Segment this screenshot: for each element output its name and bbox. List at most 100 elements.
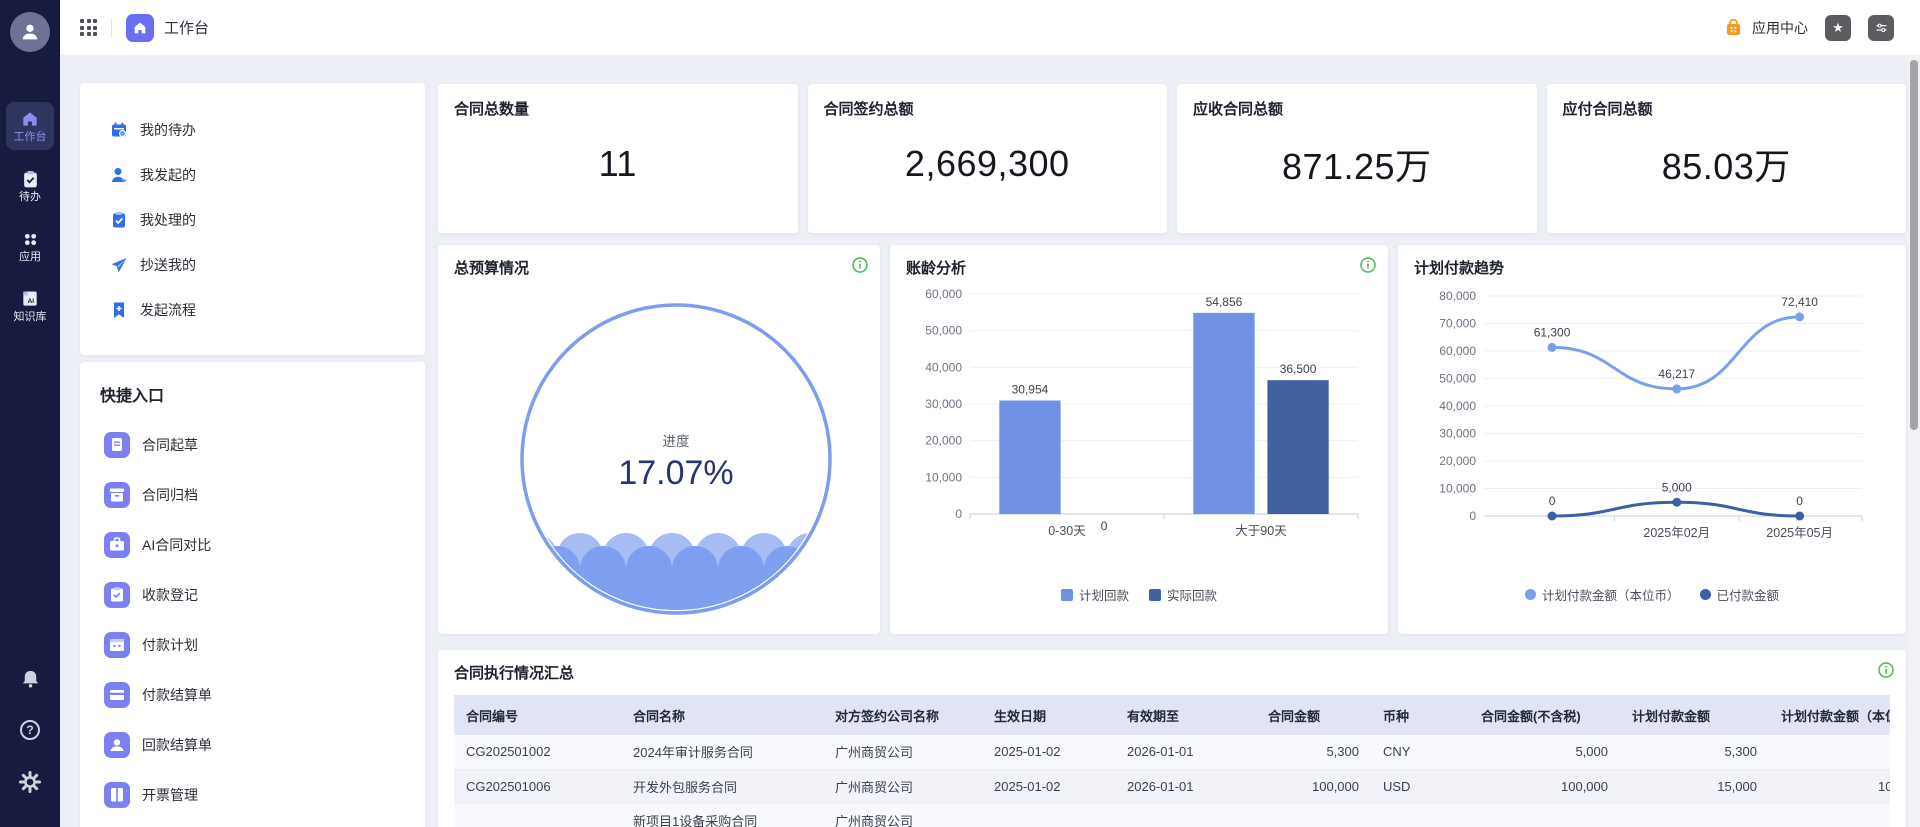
quick-item-invoice-manage[interactable]: 开票管理 xyxy=(100,770,425,820)
quick-item-label: 付款计划 xyxy=(142,635,198,655)
help-icon[interactable]: ? xyxy=(0,718,60,742)
stat-value: 11 xyxy=(454,119,782,219)
svg-text:60,000: 60,000 xyxy=(925,287,962,301)
svg-text:?: ? xyxy=(26,723,33,737)
menu-item-start-flow[interactable]: 发起流程 xyxy=(80,287,425,332)
svg-text:0: 0 xyxy=(1549,494,1556,508)
info-icon[interactable] xyxy=(1360,257,1376,278)
svg-text:20,000: 20,000 xyxy=(1439,454,1476,468)
charts-row: 总预算情况 进度 17.07% xyxy=(438,245,1906,634)
contract-exec-summary-card: 合同执行情况汇总 合同编号合同名称对方签约公司名称生效日期有效期至合同金额币种合… xyxy=(438,650,1906,827)
table-cell: 15,000 xyxy=(1620,769,1769,803)
vertical-scrollbar-thumb[interactable] xyxy=(1910,60,1918,430)
table-header-cell: 生效日期 xyxy=(982,695,1115,735)
list-settings-icon[interactable] xyxy=(1868,15,1894,41)
table-cell: 2025-01-02 xyxy=(982,769,1115,803)
table-cell: 5,000 xyxy=(1469,735,1620,769)
divider xyxy=(111,18,112,38)
top-bar: 工作台 应用中心 ★ xyxy=(60,0,1920,56)
table-header-cell: 币种 xyxy=(1371,695,1469,735)
svg-text:AI: AI xyxy=(28,298,35,305)
svg-text:2025年02月: 2025年02月 xyxy=(1643,526,1710,540)
svg-text:61,300: 61,300 xyxy=(1534,325,1571,339)
contract-draft-icon xyxy=(104,432,130,458)
table-cell: 2026-01-01 xyxy=(1115,735,1256,769)
table-cell: 广州商贸公司 xyxy=(823,769,982,803)
stat-value: 2,669,300 xyxy=(824,119,1152,219)
quick-item-payment-plan[interactable]: 付款计划 xyxy=(100,620,425,670)
table-header-cell: 合同编号 xyxy=(454,695,621,735)
contract-archive-icon xyxy=(104,482,130,508)
quick-entry-panel: 快捷入口 合同起草 合同归档 AI合同对比 收款登记 付款计划 付款结算单 回款… xyxy=(80,362,425,827)
table-cell xyxy=(982,803,1115,827)
table-header-cell: 合同金额(不含税) xyxy=(1469,695,1620,735)
table-cell: CNY xyxy=(1371,735,1469,769)
info-icon[interactable] xyxy=(852,257,868,278)
rail-item-apps[interactable]: 应用 xyxy=(6,222,54,270)
notifications-bell-icon[interactable] xyxy=(0,668,60,691)
table-cell: 2026-01-01 xyxy=(1115,769,1256,803)
rail-item-label: 工作台 xyxy=(14,132,47,143)
quick-item-collection-settlement[interactable]: 回款结算单 xyxy=(100,720,425,770)
stat-title: 合同签约总额 xyxy=(824,98,1152,119)
table-cell: 5,300 xyxy=(1620,735,1769,769)
table-cell: 5,300 xyxy=(1256,735,1371,769)
menu-item-processed-by-me[interactable]: 我处理的 xyxy=(80,197,425,242)
svg-text:50,000: 50,000 xyxy=(1439,372,1476,386)
rail-item-todo[interactable]: 待办 xyxy=(6,162,54,210)
quick-item-contract-archive[interactable]: 合同归档 xyxy=(100,470,425,520)
settings-gear-icon[interactable] xyxy=(0,770,60,794)
legend-item[interactable]: 计划付款金额（本位币） xyxy=(1525,585,1680,604)
quick-item-label: 合同起草 xyxy=(142,435,198,455)
favorites-folder-icon[interactable]: ★ xyxy=(1825,15,1851,41)
table-cell: 2024年审计服务合同 xyxy=(621,735,823,769)
svg-text:2025年05月: 2025年05月 xyxy=(1766,526,1833,540)
quick-item-payment-settlement[interactable]: 付款结算单 xyxy=(100,670,425,720)
bar-chart-title: 账龄分析 xyxy=(906,257,1372,278)
app-launcher-grid-icon[interactable] xyxy=(80,19,97,36)
svg-text:进度: 进度 xyxy=(663,434,690,449)
payment-plan-icon xyxy=(104,632,130,658)
quick-item-label: 开票管理 xyxy=(142,785,198,805)
legend-item[interactable]: 实际回款 xyxy=(1149,585,1217,604)
svg-text:30,000: 30,000 xyxy=(1439,427,1476,441)
workbench-app-icon[interactable] xyxy=(126,14,154,42)
legend-item[interactable]: 已付款金额 xyxy=(1700,585,1780,604)
stats-row: 合同总数量 11 合同签约总额 2,669,300 应收合同总额 871.25万… xyxy=(438,84,1906,233)
svg-text:36,500: 36,500 xyxy=(1280,362,1317,376)
svg-text:0: 0 xyxy=(1101,519,1108,533)
quick-item-ai-contract-compare[interactable]: AI合同对比 xyxy=(100,520,425,570)
table-cell: 2025-01-02 xyxy=(982,735,1115,769)
svg-text:17.07%: 17.07% xyxy=(618,454,733,492)
menu-item-cc-to-me[interactable]: 抄送我的 xyxy=(80,242,425,287)
ai-book-icon: AI xyxy=(20,289,40,309)
line-chart-legend: 计划付款金额（本位币） 已付款金额 xyxy=(1414,585,1890,604)
stat-title: 合同总数量 xyxy=(454,98,782,119)
menu-item-label: 发起流程 xyxy=(140,300,196,320)
svg-text:40,000: 40,000 xyxy=(925,360,962,374)
svg-text:0: 0 xyxy=(955,507,962,521)
legend-item[interactable]: 计划回款 xyxy=(1061,585,1129,604)
my-tasks-panel: 我的待办 我发起的 我处理的 抄送我的 发起流程 xyxy=(80,83,425,355)
quick-item-receipt-register[interactable]: 收款登记 xyxy=(100,570,425,620)
table-cell xyxy=(1769,803,1890,827)
table-cell: 100,000 xyxy=(1256,769,1371,803)
table-cell: 新项目1设备采购合同 xyxy=(621,803,823,827)
start-flow-icon xyxy=(110,301,128,319)
app-center-button[interactable]: 应用中心 xyxy=(1723,17,1808,38)
table-cell xyxy=(1469,803,1620,827)
shopping-bag-icon xyxy=(1723,17,1744,38)
rail-item-workbench[interactable]: 工作台 xyxy=(6,102,54,150)
user-avatar[interactable] xyxy=(10,12,50,52)
quick-item-contract-draft[interactable]: 合同起草 xyxy=(100,420,425,470)
stat-card-payable-total: 应付合同总额 85.03万 xyxy=(1547,84,1907,233)
quick-item-label: 合同归档 xyxy=(142,485,198,505)
info-icon[interactable] xyxy=(1878,662,1894,683)
table-cell xyxy=(1769,735,1890,769)
table-cell: 开发外包服务合同 xyxy=(621,769,823,803)
menu-item-my-todo[interactable]: 我的待办 xyxy=(80,107,425,152)
rail-item-knowledge[interactable]: AI 知识库 xyxy=(6,282,54,330)
svg-text:50,000: 50,000 xyxy=(925,324,962,338)
gauge-title: 总预算情况 xyxy=(454,257,864,278)
menu-item-initiated-by-me[interactable]: 我发起的 xyxy=(80,152,425,197)
